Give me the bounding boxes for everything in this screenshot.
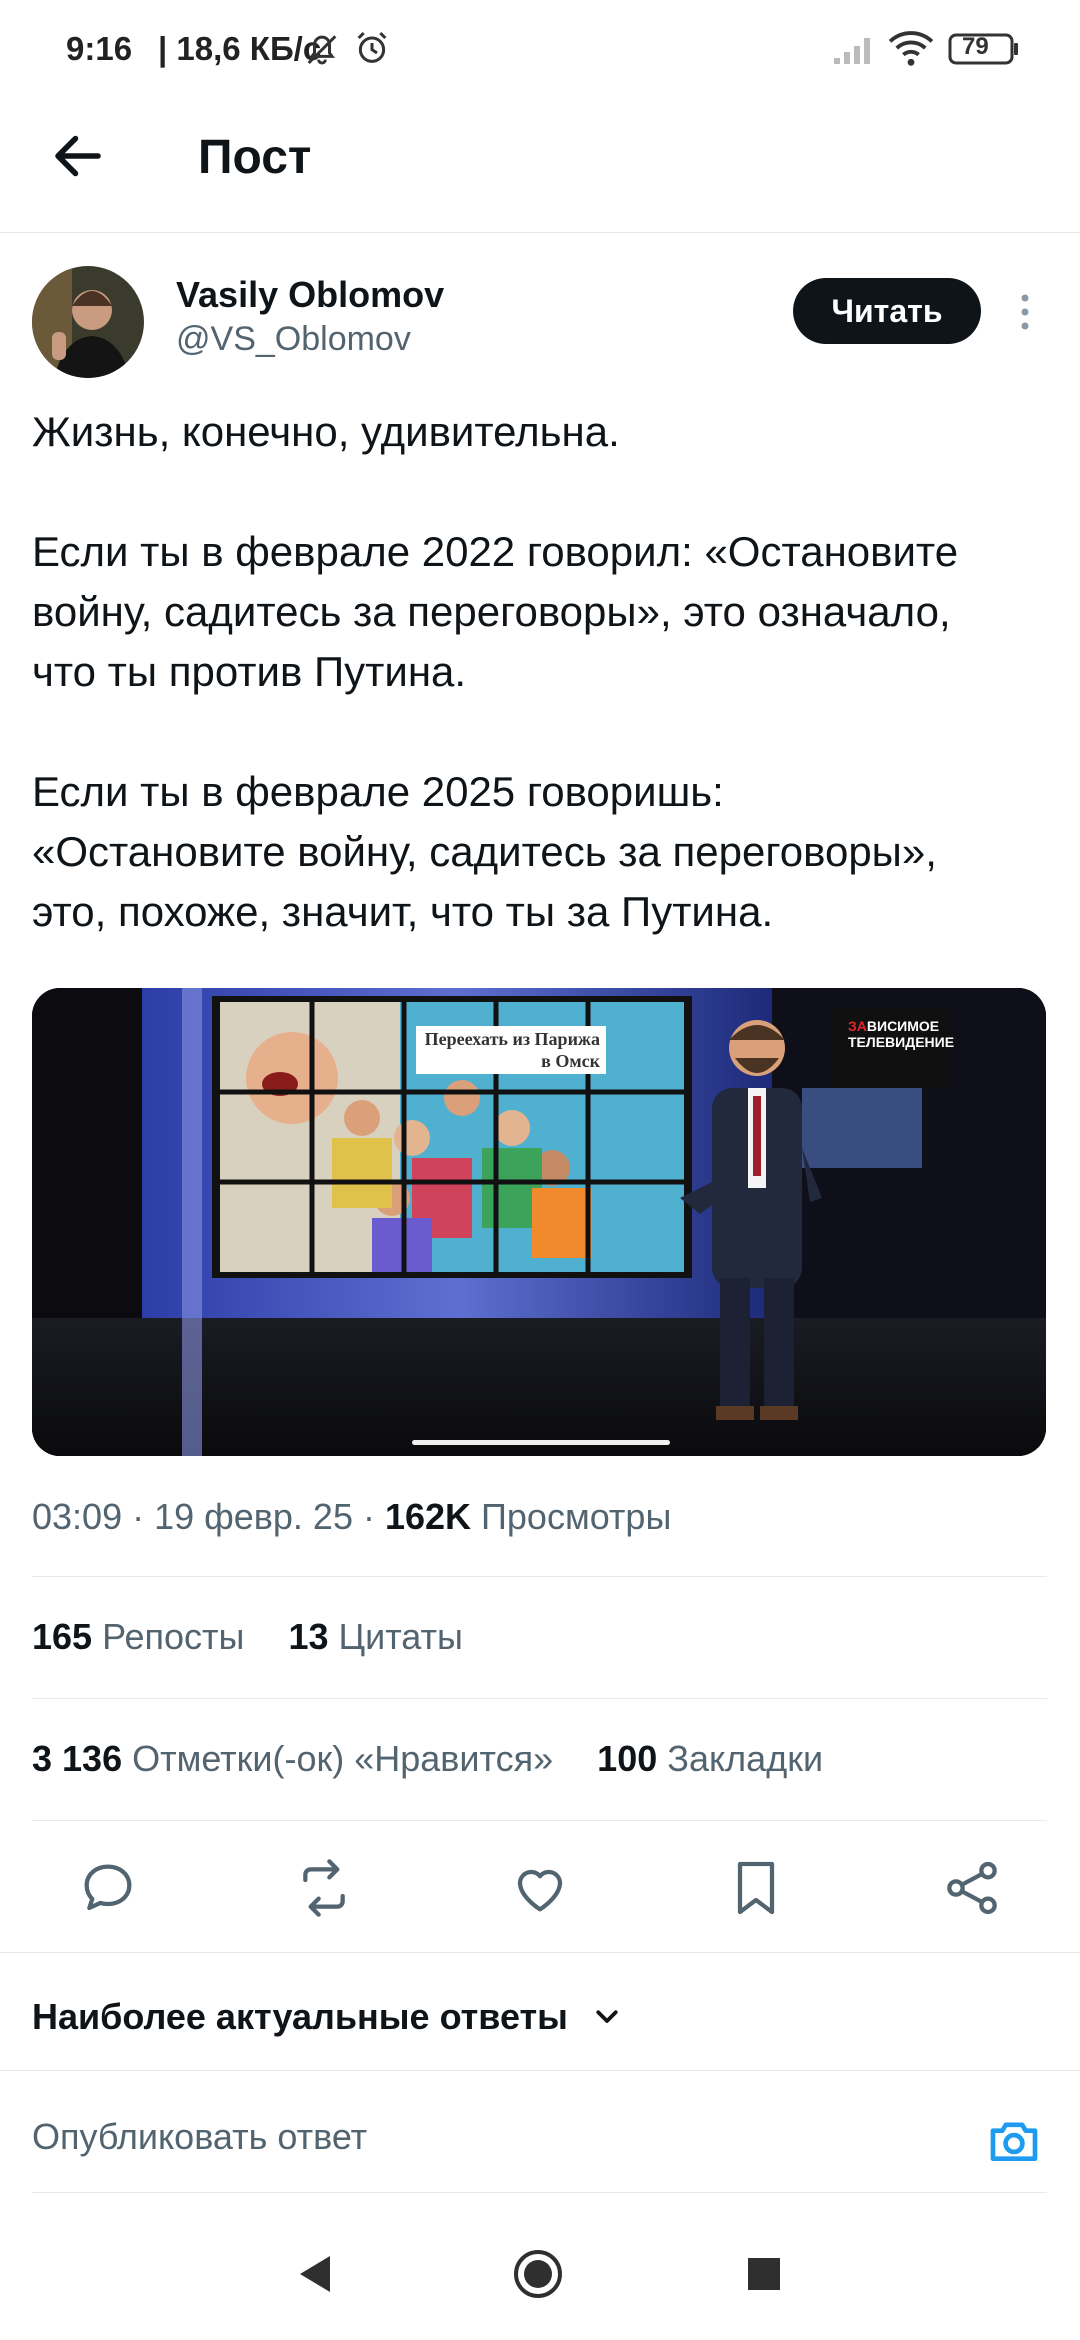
post-timestamp: 03:09 · 19 февр. 25 ·: [32, 1496, 385, 1537]
mute-bell-icon: [302, 28, 342, 73]
views-count: 162K: [384, 1496, 472, 1537]
post-meta: 03:09 · 19 февр. 25 · 162K Просмотры: [32, 1496, 671, 1538]
back-arrow-icon[interactable]: [48, 126, 108, 186]
replies-sort-label: Наиболее актуальные ответы: [32, 1996, 568, 2037]
reply-input[interactable]: Опубликовать ответ: [32, 2116, 367, 2158]
nav-home-icon[interactable]: [512, 2248, 564, 2305]
status-bar: 9:16 | 18,6 КБ/с 79: [0, 0, 1080, 100]
stats-row-shares: 165 Репосты 13 Цитаты: [32, 1616, 497, 1658]
app-header: Пост: [0, 100, 1080, 233]
replies-sort-dropdown[interactable]: Наиболее актуальные ответы: [32, 1996, 622, 2040]
system-navigation-bar: [0, 2210, 1080, 2340]
likes-count: 3 136: [32, 1738, 123, 1779]
author-handle[interactable]: @VS_Oblomov: [176, 320, 411, 359]
reposts-count: 165: [32, 1616, 93, 1657]
nav-back-icon[interactable]: [294, 2252, 334, 2301]
bookmarks-stat[interactable]: 100 Закладки: [597, 1738, 823, 1779]
divider: [32, 1820, 1047, 1821]
repost-icon[interactable]: [292, 1856, 356, 1920]
battery-icon: 79: [948, 32, 1020, 71]
divider: [32, 1576, 1047, 1577]
divider: [0, 2070, 1080, 2071]
bookmarks-label: Закладки: [667, 1738, 824, 1779]
wifi-icon: [888, 30, 934, 73]
nav-recents-icon[interactable]: [746, 2256, 782, 2297]
channel-logo-line2: ТЕЛЕВИДЕНИЕ: [848, 1034, 955, 1050]
author-name[interactable]: Vasily Oblomov: [176, 274, 444, 316]
channel-logo: ЗАВИСИМОЕ ТЕЛЕВИДЕНИЕ: [848, 1018, 954, 1050]
video-progress-bar[interactable]: [412, 1440, 670, 1445]
stats-row-likes: 3 136 Отметки(-ок) «Нравится» 100 Закладки: [32, 1738, 857, 1780]
screen-caption: Переехать из Парижа в Омск: [416, 1026, 606, 1074]
battery-level: 79: [962, 33, 989, 60]
likes-label: Отметки(-ок) «Нравится»: [132, 1738, 554, 1779]
bookmark-icon[interactable]: [724, 1856, 788, 1920]
reply-icon[interactable]: [76, 1856, 140, 1920]
screen-caption-line: Переехать из Парижа: [424, 1029, 600, 1049]
channel-logo-line1: ЗАВИСИМОЕ: [848, 1018, 940, 1034]
post-text-line: это, похоже, значит, что ты за Путина.: [32, 888, 774, 935]
chevron-down-icon: [592, 1998, 622, 2040]
signal-icon: [832, 34, 876, 71]
post-text-line: войну, садитесь за переговоры», это озна…: [32, 588, 951, 635]
quotes-label: Цитаты: [338, 1616, 463, 1657]
reposts-label: Репосты: [102, 1616, 245, 1657]
more-options-icon[interactable]: [1010, 290, 1040, 334]
bookmarks-count: 100: [597, 1738, 658, 1779]
views-label: Просмотры: [481, 1496, 672, 1537]
page-title: Пост: [198, 131, 312, 184]
post-text: Жизнь, конечно, удивительна. Если ты в ф…: [32, 402, 1052, 942]
quotes-count: 13: [288, 1616, 329, 1657]
status-network-speed: | 18,6 КБ/с: [158, 30, 322, 67]
video-player[interactable]: Переехать из Парижа в Омск ЗАВИСИМОЕ ТЕЛ…: [32, 988, 1046, 1456]
like-heart-icon[interactable]: [508, 1856, 572, 1920]
reposts-stat[interactable]: 165 Репосты: [32, 1616, 244, 1657]
divider: [32, 1698, 1047, 1699]
avatar[interactable]: [32, 266, 144, 378]
quotes-stat[interactable]: 13 Цитаты: [288, 1616, 462, 1657]
follow-button[interactable]: Читать: [793, 278, 981, 344]
post-text-line: «Остановите войну, садитесь за переговор…: [32, 828, 937, 875]
divider: [32, 2192, 1047, 2193]
post-text-line: что ты против Путина.: [32, 648, 467, 695]
post-text-line: Если ты в феврале 2022 говорил: «Останов…: [32, 528, 959, 575]
likes-stat[interactable]: 3 136 Отметки(-ок) «Нравится»: [32, 1738, 553, 1779]
share-icon[interactable]: [940, 1856, 1004, 1920]
post-text-line: Жизнь, конечно, удивительна.: [32, 408, 620, 455]
post-text-line: Если ты в феврале 2025 говоришь:: [32, 768, 724, 815]
alarm-icon: [352, 28, 392, 73]
screen-caption-line: в Омск: [541, 1051, 600, 1071]
camera-icon[interactable]: [986, 2112, 1042, 2168]
divider: [0, 1952, 1080, 1953]
status-time: 9:16: [66, 30, 133, 67]
